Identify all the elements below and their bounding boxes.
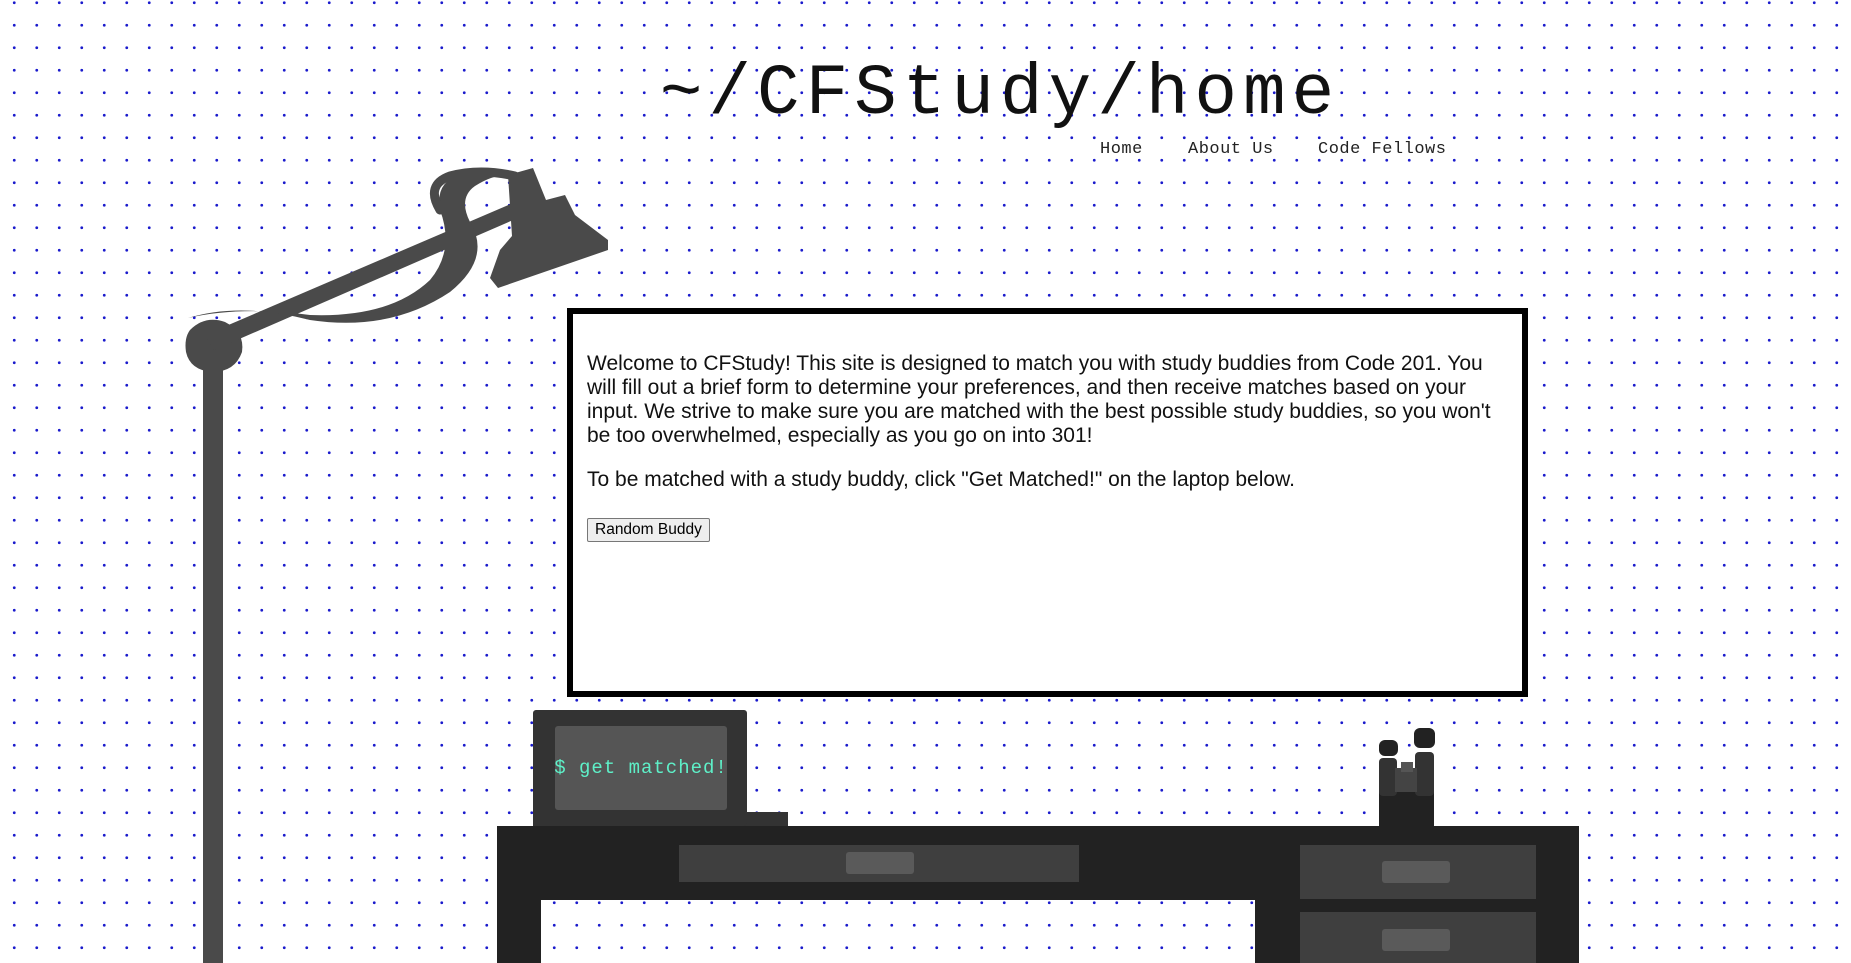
nav-link-code-fellows[interactable]: Code Fellows [1318, 140, 1468, 159]
nav-link-home[interactable]: Home [1100, 140, 1188, 159]
main-nav: Home About Us Code Fellows [1100, 140, 1468, 159]
site-title: ~/CFStudy/home [659, 55, 1341, 135]
binoculars-icon [1379, 728, 1435, 828]
welcome-board: Welcome to CFStudy! This site is designe… [567, 308, 1528, 697]
page: ~/CFStudy/home Home About Us Code Fellow… [0, 0, 1851, 963]
welcome-text: Welcome to CFStudy! This site is designe… [587, 352, 1492, 512]
welcome-paragraph: Welcome to CFStudy! This site is designe… [587, 352, 1491, 447]
laptop-screen-text[interactable]: $ get matched! [554, 757, 728, 779]
laptop-display: $ get matched! [554, 726, 728, 810]
nav-link-about-us[interactable]: About Us [1188, 140, 1318, 159]
instructions-paragraph: To be matched with a study buddy, click … [587, 468, 1295, 491]
random-buddy-button[interactable]: Random Buddy [587, 518, 710, 542]
get-matched-laptop[interactable]: $ get matched! [533, 710, 747, 826]
desk [497, 826, 1579, 963]
